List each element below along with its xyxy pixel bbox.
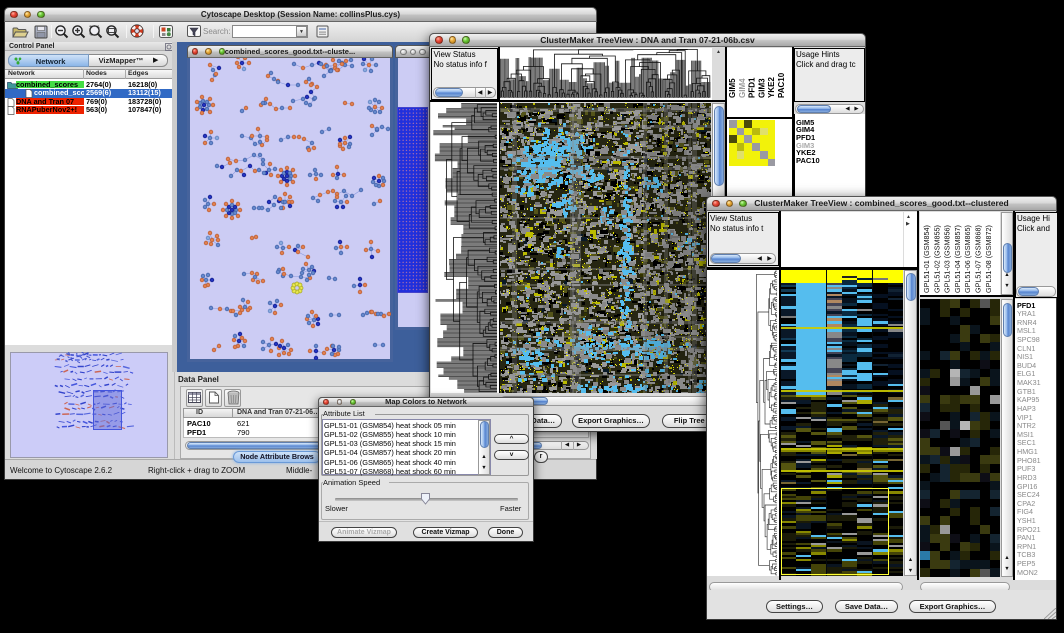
svg-text:GPL51-08 (GSM872): GPL51-08 (GSM872) (984, 225, 993, 293)
svg-text:GPL51-01 (GSM854): GPL51-01 (GSM854) (922, 225, 931, 293)
svg-text:GPL51-03 (GSM856): GPL51-03 (GSM856) (943, 225, 952, 293)
svg-text:GPL51-07 (GSM868): GPL51-07 (GSM868) (974, 225, 983, 293)
svg-text:GPL51-06 (GSM865): GPL51-06 (GSM865) (963, 225, 972, 293)
svg-text:PFD1: PFD1 (748, 77, 757, 98)
svg-text:YKE2: YKE2 (767, 77, 776, 98)
svg-text:GPL51-02 (GSM855): GPL51-02 (GSM855) (932, 225, 941, 293)
svg-text:PAC10: PAC10 (777, 72, 786, 98)
svg-text:GIM5: GIM5 (728, 78, 737, 98)
svg-text:GPL51-04 (GSM857): GPL51-04 (GSM857) (953, 225, 962, 293)
svg-text:GIM3: GIM3 (757, 78, 766, 98)
svg-text:GIM4: GIM4 (738, 78, 747, 98)
